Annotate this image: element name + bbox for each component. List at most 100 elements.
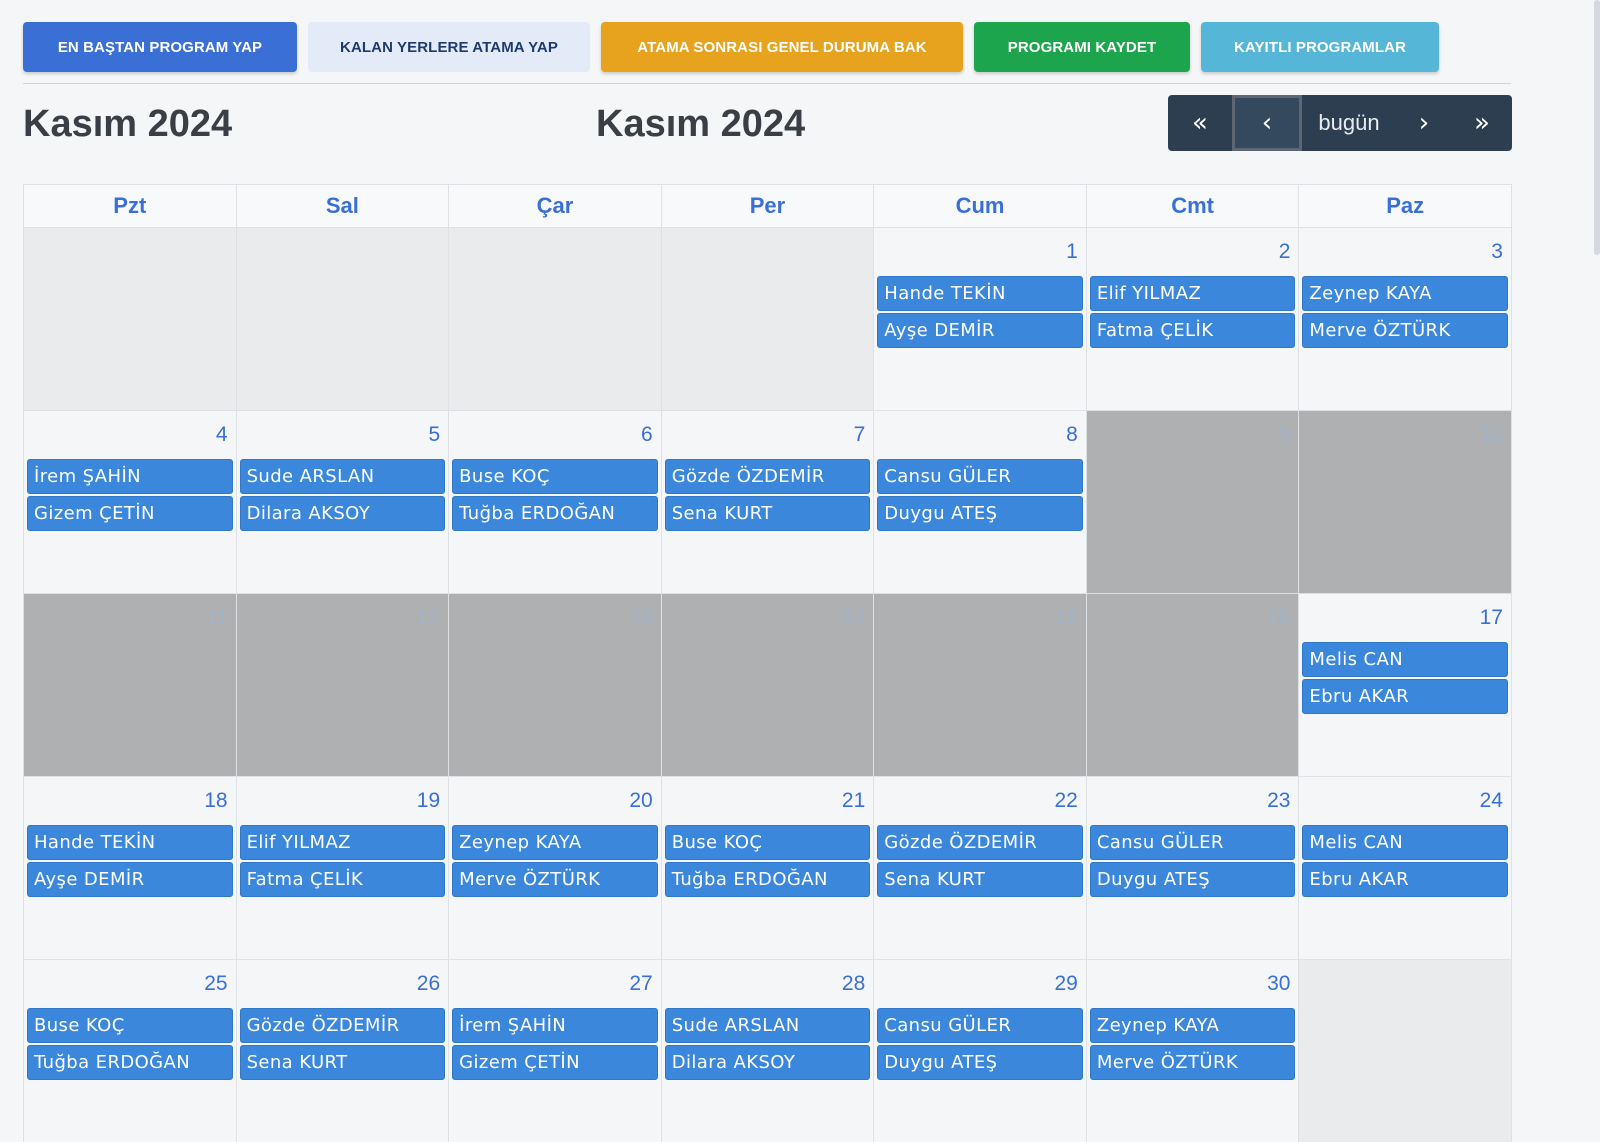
calendar-event[interactable]: Cansu GÜLER — [877, 459, 1083, 494]
weekday-header-cell: Per — [661, 185, 875, 228]
calendar-event[interactable]: İrem ŞAHİN — [452, 1008, 658, 1043]
scrollbar-thumb[interactable] — [1594, 0, 1600, 255]
calendar-event[interactable]: Melis CAN — [1302, 642, 1508, 677]
day-cell[interactable]: 21 Buse KOÇ Tuğba ERDOĞAN — [661, 777, 875, 960]
calendar-event[interactable]: Cansu GÜLER — [877, 1008, 1083, 1043]
day-cell[interactable]: 10 — [1299, 411, 1512, 594]
calendar-event[interactable]: Gözde ÖZDEMİR — [239, 1008, 446, 1043]
day-cell[interactable]: 6 Buse KOÇ Tuğba ERDOĞAN — [449, 411, 662, 594]
calendar-event[interactable]: Sude ARSLAN — [239, 459, 446, 494]
restart-program-button[interactable]: EN BAŞTAN PROGRAM YAP — [23, 22, 297, 72]
last-month-button[interactable]: » — [1452, 95, 1512, 151]
saved-programs-button[interactable]: KAYITLI PROGRAMLAR — [1201, 22, 1439, 72]
day-cell[interactable]: 23 Cansu GÜLER Duygu ATEŞ — [1086, 777, 1300, 960]
day-cell[interactable]: 14 — [661, 594, 875, 777]
overview-button[interactable]: ATAMA SONRASI GENEL DURUMA BAK — [601, 22, 963, 72]
day-cell[interactable]: 25 Buse KOÇ Tuğba ERDOĞAN — [24, 960, 237, 1142]
calendar-event[interactable]: Duygu ATEŞ — [877, 496, 1083, 531]
calendar-event[interactable]: Hande TEKİN — [877, 276, 1083, 311]
calendar-event[interactable]: Buse KOÇ — [452, 459, 658, 494]
calendar-event[interactable]: Sena KURT — [239, 1045, 446, 1080]
day-cell[interactable]: 26 Gözde ÖZDEMİR Sena KURT — [236, 960, 450, 1142]
calendar-event[interactable]: Gizem ÇETİN — [452, 1045, 658, 1080]
calendar-event[interactable]: Dilara AKSOY — [239, 496, 446, 531]
calendar-event[interactable]: Cansu GÜLER — [1089, 825, 1296, 860]
first-month-button[interactable]: « — [1168, 95, 1232, 151]
calendar-event[interactable]: Buse KOÇ — [27, 1008, 233, 1043]
calendar-event[interactable]: Zeynep KAYA — [1089, 1008, 1296, 1043]
calendar-event[interactable]: Fatma ÇELİK — [239, 862, 446, 897]
day-cell[interactable]: 1 Hande TEKİN Ayşe DEMİR — [874, 228, 1087, 411]
day-cell[interactable]: 16 — [1086, 594, 1300, 777]
day-cell[interactable]: 4 İrem ŞAHİN Gizem ÇETİN — [24, 411, 237, 594]
day-cell[interactable]: 15 — [874, 594, 1087, 777]
day-cell[interactable] — [661, 228, 875, 411]
calendar-event[interactable]: Sude ARSLAN — [664, 1008, 871, 1043]
calendar-event[interactable]: Dilara AKSOY — [664, 1045, 871, 1080]
next-month-button[interactable]: › — [1396, 95, 1452, 151]
calendar-event[interactable]: Merve ÖZTÜRK — [452, 862, 658, 897]
day-cell[interactable] — [1299, 960, 1512, 1142]
day-cell[interactable]: 8 Cansu GÜLER Duygu ATEŞ — [874, 411, 1087, 594]
day-events: İrem ŞAHİN Gizem ÇETİN — [452, 1008, 658, 1080]
calendar-event[interactable]: Hande TEKİN — [27, 825, 233, 860]
day-cell[interactable]: 27 İrem ŞAHİN Gizem ÇETİN — [449, 960, 662, 1142]
calendar-event[interactable]: Merve ÖZTÜRK — [1089, 1045, 1296, 1080]
calendar-event[interactable]: Ayşe DEMİR — [27, 862, 233, 897]
calendar-event[interactable]: İrem ŞAHİN — [27, 459, 233, 494]
calendar-event[interactable]: Elif YILMAZ — [239, 825, 446, 860]
day-cell[interactable]: 2 Elif YILMAZ Fatma ÇELİK — [1086, 228, 1300, 411]
day-number: 24 — [1479, 789, 1503, 812]
calendar-event[interactable]: Zeynep KAYA — [1302, 276, 1508, 311]
toolbar-divider — [23, 83, 1511, 84]
day-events: Hande TEKİN Ayşe DEMİR — [877, 276, 1083, 348]
day-cell[interactable]: 9 — [1086, 411, 1300, 594]
save-program-button[interactable]: PROGRAMI KAYDET — [974, 22, 1190, 72]
day-cell[interactable]: 13 — [449, 594, 662, 777]
calendar-event[interactable]: Gizem ÇETİN — [27, 496, 233, 531]
day-cell[interactable]: 7 Gözde ÖZDEMİR Sena KURT — [661, 411, 875, 594]
calendar-event[interactable]: Ayşe DEMİR — [877, 313, 1083, 348]
calendar-event[interactable]: Sena KURT — [664, 496, 871, 531]
day-cell[interactable]: 24 Melis CAN Ebru AKAR — [1299, 777, 1512, 960]
calendar-event[interactable]: Fatma ÇELİK — [1089, 313, 1296, 348]
day-cell[interactable]: 3 Zeynep KAYA Merve ÖZTÜRK — [1299, 228, 1512, 411]
day-number: 5 — [428, 423, 441, 446]
calendar-event[interactable]: Melis CAN — [1302, 825, 1508, 860]
day-cell[interactable] — [236, 228, 450, 411]
day-events: Hande TEKİN Ayşe DEMİR — [27, 825, 233, 897]
calendar-event[interactable]: Tuğba ERDOĞAN — [452, 496, 658, 531]
calendar-event[interactable]: Ebru AKAR — [1302, 862, 1508, 897]
day-cell[interactable]: 28 Sude ARSLAN Dilara AKSOY — [661, 960, 875, 1142]
day-cell[interactable]: 18 Hande TEKİN Ayşe DEMİR — [24, 777, 237, 960]
day-cell[interactable]: 17 Melis CAN Ebru AKAR — [1299, 594, 1512, 777]
day-cell[interactable] — [449, 228, 662, 411]
assign-remaining-button[interactable]: KALAN YERLERE ATAMA YAP — [308, 22, 590, 72]
day-cell[interactable]: 12 — [236, 594, 450, 777]
calendar-event[interactable]: Tuğba ERDOĞAN — [27, 1045, 233, 1080]
day-cell[interactable]: 11 — [24, 594, 237, 777]
weekday-header-cell: Çar — [449, 185, 662, 228]
day-cell[interactable]: 19 Elif YILMAZ Fatma ÇELİK — [236, 777, 450, 960]
today-button[interactable]: bugün — [1302, 95, 1396, 151]
day-cell[interactable]: 20 Zeynep KAYA Merve ÖZTÜRK — [449, 777, 662, 960]
day-cell[interactable]: 29 Cansu GÜLER Duygu ATEŞ — [874, 960, 1087, 1142]
calendar-event[interactable]: Gözde ÖZDEMİR — [664, 459, 871, 494]
day-cell[interactable]: 22 Gözde ÖZDEMİR Sena KURT — [874, 777, 1087, 960]
calendar-event[interactable]: Buse KOÇ — [664, 825, 871, 860]
calendar-event[interactable]: Merve ÖZTÜRK — [1302, 313, 1508, 348]
day-cell[interactable]: 30 Zeynep KAYA Merve ÖZTÜRK — [1086, 960, 1300, 1142]
calendar-event[interactable]: Elif YILMAZ — [1089, 276, 1296, 311]
day-events: Zeynep KAYA Merve ÖZTÜRK — [1302, 276, 1508, 348]
calendar-event[interactable]: Tuğba ERDOĞAN — [664, 862, 871, 897]
calendar-event[interactable]: Gözde ÖZDEMİR — [877, 825, 1083, 860]
day-cell[interactable] — [24, 228, 237, 411]
day-events: Elif YILMAZ Fatma ÇELİK — [239, 825, 446, 897]
calendar-event[interactable]: Sena KURT — [877, 862, 1083, 897]
calendar-event[interactable]: Ebru AKAR — [1302, 679, 1508, 714]
prev-month-button[interactable]: ‹ — [1232, 95, 1302, 151]
calendar-event[interactable]: Duygu ATEŞ — [877, 1045, 1083, 1080]
calendar-event[interactable]: Duygu ATEŞ — [1089, 862, 1296, 897]
day-cell[interactable]: 5 Sude ARSLAN Dilara AKSOY — [236, 411, 450, 594]
calendar-event[interactable]: Zeynep KAYA — [452, 825, 658, 860]
